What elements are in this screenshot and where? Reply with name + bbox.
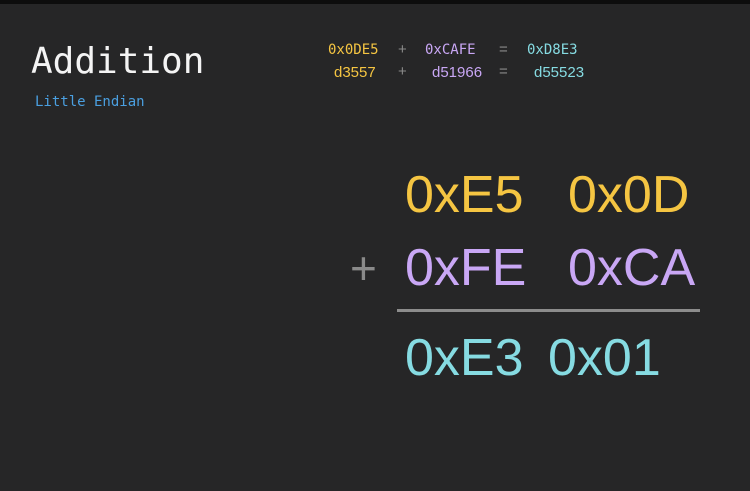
result-byte-low: 0xE3: [405, 329, 524, 387]
hex-operand-b: 0xCAFE: [425, 42, 476, 58]
dec-plus-sign: +: [398, 63, 407, 80]
hex-operand-a: 0x0DE5: [328, 42, 379, 58]
slide: Addition Little Endian 0x0DE5 + 0xCAFE =…: [0, 0, 750, 491]
slide-subtitle: Little Endian: [35, 94, 145, 110]
slide-title: Addition: [31, 41, 205, 82]
row2-byte-high: 0xCA: [568, 239, 696, 297]
hex-equals-sign: =: [499, 41, 508, 58]
column-plus-sign: +: [350, 242, 377, 294]
row1-byte-low: 0xE5: [405, 166, 524, 224]
row1-byte-high: 0x0D: [568, 166, 690, 224]
dec-operand-a: d3557: [334, 64, 376, 81]
result-byte-high: 0x01: [548, 329, 661, 387]
sum-divider-line: [397, 309, 700, 312]
dec-operand-b: d51966: [432, 64, 483, 81]
hex-plus-sign: +: [398, 41, 407, 58]
hex-result: 0xD8E3: [527, 42, 578, 58]
dec-equals-sign: =: [499, 63, 508, 80]
row2-byte-low: 0xFE: [405, 239, 527, 297]
dec-result: d55523: [534, 64, 585, 81]
